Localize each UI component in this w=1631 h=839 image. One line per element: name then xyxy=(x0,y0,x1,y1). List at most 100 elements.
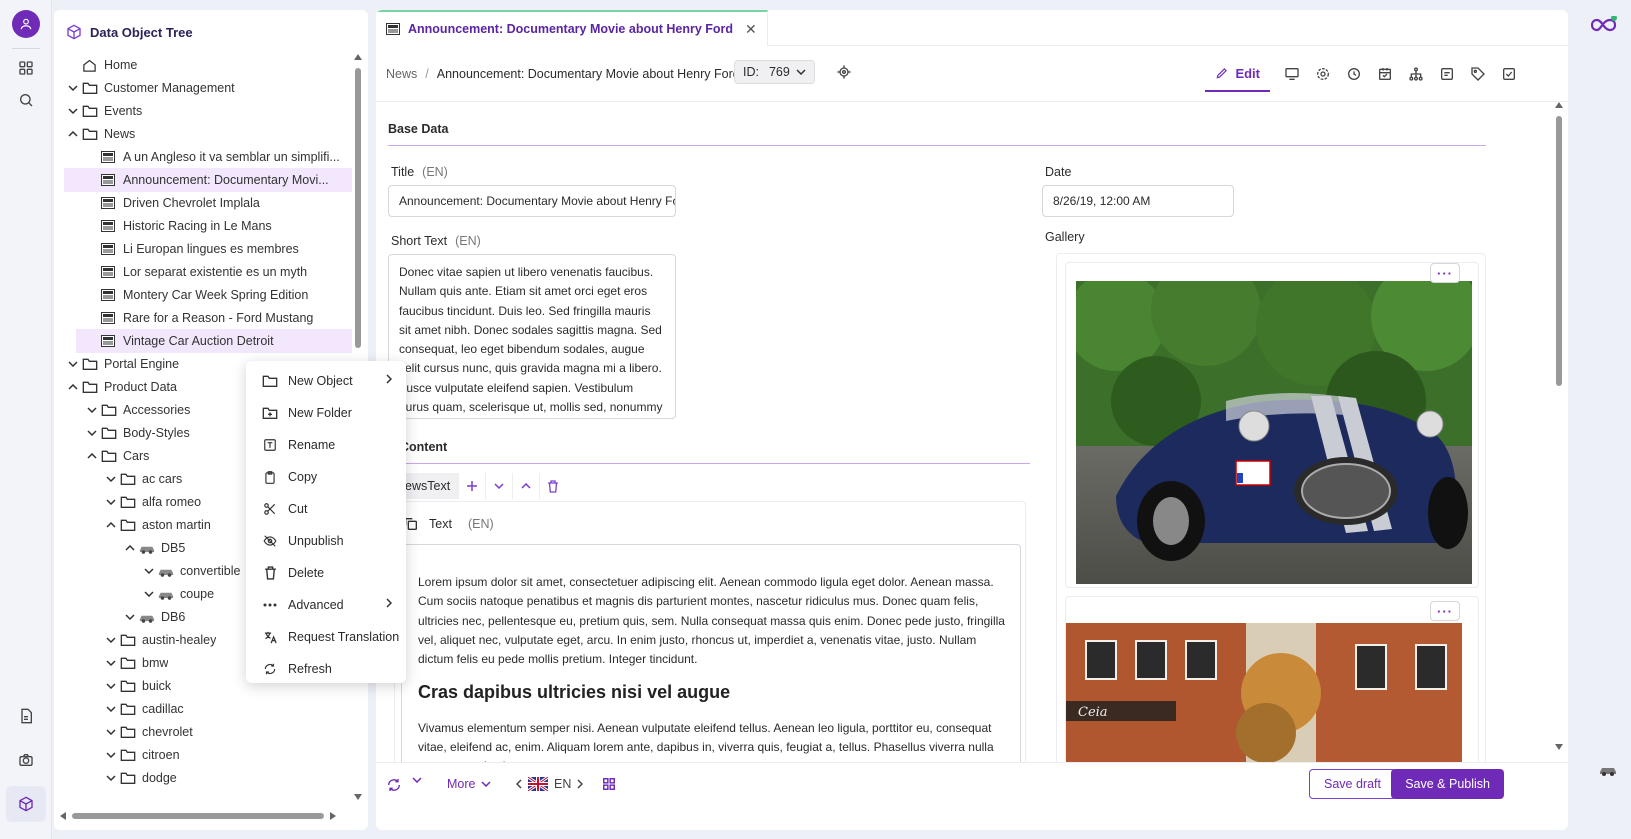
context-menu-item[interactable]: New Object xyxy=(246,365,406,397)
tree-item[interactable]: Li Europan lingues es membres xyxy=(83,237,352,261)
chevron-up-icon[interactable] xyxy=(102,522,120,528)
chevron-down-icon[interactable] xyxy=(140,568,158,574)
chevron-down-icon[interactable] xyxy=(412,777,422,783)
chevron-down-icon[interactable] xyxy=(102,706,120,712)
context-menu-item[interactable]: Unpublish xyxy=(246,525,406,557)
editor-toolbar: News / Announcement: Documentary Movie a… xyxy=(376,46,1568,102)
cube-icon[interactable] xyxy=(6,786,46,822)
chevron-down-icon[interactable] xyxy=(121,614,139,620)
camera-icon[interactable] xyxy=(14,748,38,772)
document-icon[interactable] xyxy=(14,704,38,728)
rich-text-editor[interactable]: Lorem ipsum dolor sit amet, consectetuer… xyxy=(401,544,1021,763)
breadcrumb-parent[interactable]: News xyxy=(386,67,417,81)
short-text-input[interactable]: Donec vitae sapien ut libero venenatis f… xyxy=(388,254,676,419)
chevron-down-icon[interactable] xyxy=(102,729,120,735)
id-dropdown[interactable]: ID: 769 xyxy=(734,60,815,84)
context-menu-item[interactable]: Refresh xyxy=(246,653,406,685)
chevron-down-icon[interactable] xyxy=(485,473,513,499)
tag-icon[interactable] xyxy=(1462,66,1493,82)
edit-tab[interactable]: Edit xyxy=(1205,56,1270,92)
chevron-down-icon[interactable] xyxy=(102,775,120,781)
notes-icon[interactable] xyxy=(1431,66,1462,82)
context-menu-item[interactable]: Copy xyxy=(246,461,406,493)
settings-icon[interactable] xyxy=(1307,66,1338,82)
image-menu-button[interactable]: ··· xyxy=(1430,601,1460,621)
chevron-up-icon[interactable] xyxy=(121,545,139,551)
chevron-up-icon[interactable] xyxy=(83,453,101,459)
date-input[interactable]: 8/26/19, 12:00 AM xyxy=(1042,185,1234,217)
tree-item[interactable]: Announcement: Documentary Movi... xyxy=(64,168,352,192)
schedule-icon[interactable] xyxy=(1369,66,1400,82)
chevron-down-icon[interactable] xyxy=(102,660,120,666)
base-data-divider xyxy=(388,145,1486,146)
chevron-down-icon[interactable] xyxy=(64,361,82,367)
title-input[interactable]: Announcement: Documentary Movie about He… xyxy=(388,185,676,217)
close-tab-icon[interactable]: ✕ xyxy=(745,21,757,38)
dependencies-icon[interactable] xyxy=(1400,66,1431,82)
chevron-down-icon[interactable] xyxy=(83,430,101,436)
context-menu-item[interactable]: Request Translation xyxy=(246,621,406,653)
tree-item[interactable]: Events xyxy=(64,99,352,123)
search-icon[interactable] xyxy=(14,88,38,112)
context-menu-item[interactable]: Advanced xyxy=(246,589,406,621)
history-icon[interactable] xyxy=(1338,66,1369,82)
language-grid-icon[interactable] xyxy=(602,777,616,791)
chevron-down-icon[interactable] xyxy=(83,407,101,413)
context-menu-item[interactable]: Rename xyxy=(246,429,406,461)
gallery-label: Gallery xyxy=(1045,230,1085,244)
trash-icon[interactable] xyxy=(539,473,567,499)
tree-item[interactable]: citroen xyxy=(102,743,352,767)
tree-item[interactable]: Home xyxy=(64,53,352,77)
chevron-up-icon[interactable] xyxy=(64,384,82,390)
tree-item[interactable]: Montery Car Week Spring Edition xyxy=(83,283,352,307)
tree-item[interactable]: Lor separat existentie es un myth xyxy=(83,260,352,284)
tree-item[interactable]: Customer Management xyxy=(64,76,352,100)
grid-icon[interactable] xyxy=(14,56,38,80)
tree-item[interactable]: Driven Chevrolet Implala xyxy=(83,191,352,215)
context-menu-item[interactable]: Delete xyxy=(246,557,406,589)
image-menu-button[interactable]: ··· xyxy=(1430,263,1460,283)
chevron-right-icon[interactable] xyxy=(577,779,584,789)
eye-off-icon xyxy=(262,533,278,549)
save-publish-button[interactable]: Save & Publish xyxy=(1391,769,1504,799)
locate-icon[interactable] xyxy=(836,64,852,80)
chevron-left-icon[interactable] xyxy=(516,779,522,789)
chevron-down-icon[interactable] xyxy=(140,591,158,597)
folder-icon xyxy=(120,747,136,763)
tree-item[interactable]: cadillac xyxy=(102,697,352,721)
breadcrumb-separator: / xyxy=(425,67,429,81)
gallery-item[interactable]: ··· Ceia xyxy=(1065,596,1479,763)
chevron-down-icon[interactable] xyxy=(102,752,120,758)
tree-horizontal-scrollbar[interactable] xyxy=(60,812,350,820)
tree-item[interactable]: News xyxy=(64,122,352,146)
chevron-down-icon[interactable] xyxy=(64,85,82,91)
tree-item[interactable]: chevrolet xyxy=(102,720,352,744)
tree-item[interactable]: dodge xyxy=(102,766,352,790)
tree-item[interactable]: Rare for a Reason - Ford Mustang xyxy=(83,306,352,330)
more-dropdown[interactable]: More xyxy=(447,777,492,791)
tree-item[interactable]: Vintage Car Auction Detroit xyxy=(76,329,352,353)
reload-icon[interactable] xyxy=(386,777,402,793)
chevron-down-icon[interactable] xyxy=(102,637,120,643)
workflow-icon[interactable] xyxy=(1493,66,1524,82)
language-switcher[interactable]: EN xyxy=(516,777,584,791)
chevron-up-icon[interactable] xyxy=(64,131,82,137)
context-menu-item[interactable]: New Folder xyxy=(246,397,406,429)
chevron-up-icon[interactable] xyxy=(512,473,540,499)
user-avatar-icon[interactable] xyxy=(12,10,40,38)
editor-scrollbar[interactable] xyxy=(1555,102,1563,750)
chevron-down-icon[interactable] xyxy=(102,683,120,689)
save-draft-button[interactable]: Save draft xyxy=(1309,769,1396,799)
chevron-down-icon[interactable] xyxy=(64,108,82,114)
tree-item[interactable]: A un Angleso it va semblar un simplifi..… xyxy=(83,145,352,169)
chevron-down-icon[interactable] xyxy=(102,476,120,482)
plus-icon[interactable] xyxy=(458,473,486,499)
tree-item[interactable]: Historic Racing in Le Mans xyxy=(83,214,352,238)
gallery-item[interactable]: ··· xyxy=(1065,262,1479,588)
preview-icon[interactable] xyxy=(1276,66,1307,82)
context-menu-item[interactable]: Cut xyxy=(246,493,406,525)
chevron-down-icon[interactable] xyxy=(102,499,120,505)
street-photo: Ceia xyxy=(1066,623,1462,763)
edit-label: Edit xyxy=(1235,65,1260,81)
tab-announcement[interactable]: Announcement: Documentary Movie about He… xyxy=(376,10,768,46)
